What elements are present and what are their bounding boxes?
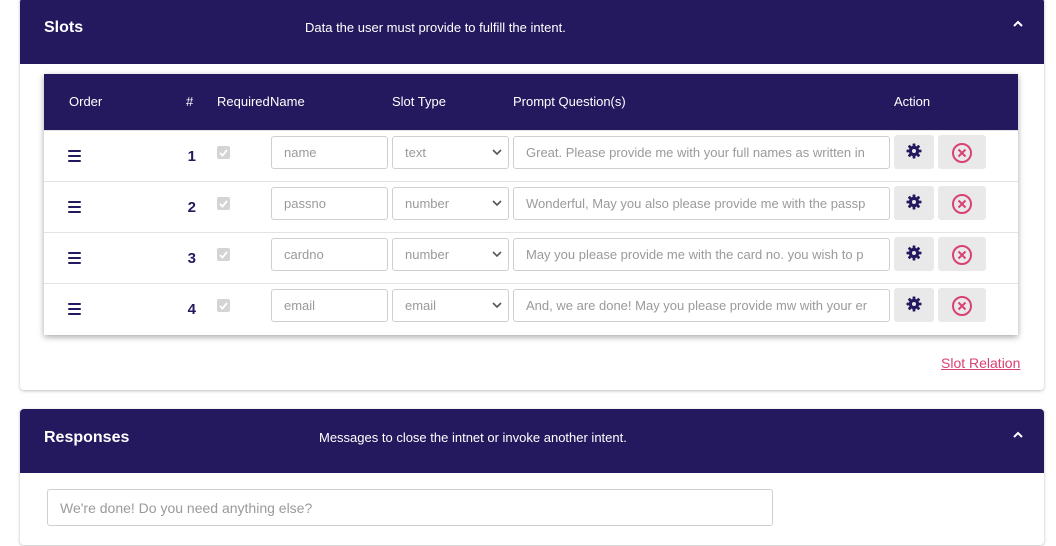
table-row: 1 name text Great. Please provide me wit…	[44, 130, 1018, 181]
delete-button[interactable]	[938, 135, 986, 169]
prompt-input[interactable]: Wonderful, May you also please provide m…	[513, 187, 890, 220]
prompt-input[interactable]: And, we are done! May you please provide…	[513, 289, 890, 322]
slot-type-select[interactable]: number	[392, 187, 509, 220]
close-circle-icon	[952, 296, 972, 316]
chevron-down-icon	[492, 302, 502, 309]
gear-icon	[906, 245, 922, 261]
table-header: Order # Required Name Slot Type Prompt Q…	[44, 74, 1018, 130]
slot-name-input[interactable]: passno	[271, 187, 388, 220]
header-name: Name	[270, 94, 305, 109]
gear-icon	[906, 296, 922, 312]
slot-type-value: email	[405, 298, 437, 313]
required-checkbox[interactable]	[217, 299, 230, 312]
drag-handle-icon[interactable]	[68, 303, 81, 315]
row-index: 4	[187, 301, 196, 318]
chevron-down-icon	[492, 251, 502, 258]
slot-name-input[interactable]: email	[271, 289, 388, 322]
delete-button[interactable]	[938, 237, 986, 271]
drag-handle-icon[interactable]	[68, 150, 81, 162]
row-index: 1	[187, 148, 196, 165]
settings-button[interactable]	[894, 186, 934, 220]
header-slot-type: Slot Type	[392, 94, 446, 109]
slot-type-select[interactable]: text	[392, 136, 509, 169]
table-row: 3 cardno number May you please provide m…	[44, 232, 1018, 283]
drag-handle-icon[interactable]	[68, 201, 81, 213]
row-index: 3	[187, 250, 196, 267]
responses-title: Responses	[44, 429, 130, 446]
slots-panel-header[interactable]: Slots Data the user must provide to fulf…	[20, 0, 1044, 64]
header-prompt: Prompt Question(s)	[513, 94, 626, 109]
prompt-input[interactable]: Great. Please provide me with your full …	[513, 136, 890, 169]
close-circle-icon	[952, 194, 972, 214]
slot-type-value: number	[405, 247, 450, 262]
slots-description: Data the user must provide to fulfill th…	[305, 20, 566, 35]
table-row: 4 email email And, we are done! May you …	[44, 283, 1018, 334]
gear-icon	[906, 143, 922, 159]
chevron-down-icon	[492, 149, 502, 156]
responses-panel: Responses Messages to close the intnet o…	[20, 409, 1044, 545]
settings-button[interactable]	[894, 237, 934, 271]
required-checkbox[interactable]	[217, 197, 230, 210]
responses-description: Messages to close the intnet or invoke a…	[319, 430, 627, 445]
prompt-input[interactable]: May you please provide me with the card …	[513, 238, 890, 271]
drag-handle-icon[interactable]	[68, 252, 81, 264]
slot-type-value: number	[405, 196, 450, 211]
slots-title: Slots	[44, 19, 84, 36]
slot-relation-link[interactable]: Slot Relation	[941, 355, 1020, 371]
delete-button[interactable]	[938, 186, 986, 220]
table-row: 2 passno number Wonderful, May you also …	[44, 181, 1018, 232]
chevron-down-icon	[492, 200, 502, 207]
chevron-up-icon[interactable]	[1012, 18, 1024, 30]
settings-button[interactable]	[894, 135, 934, 169]
chevron-up-icon[interactable]	[1012, 429, 1024, 441]
slot-type-select[interactable]: email	[392, 289, 509, 322]
header-action: Action	[894, 94, 931, 109]
header-index: #	[186, 94, 194, 109]
settings-button[interactable]	[894, 288, 934, 322]
gear-icon	[906, 194, 922, 210]
close-circle-icon	[952, 245, 972, 265]
slot-name-input[interactable]: cardno	[271, 238, 388, 271]
slots-panel: Slots Data the user must provide to fulf…	[20, 0, 1044, 390]
slot-name-input[interactable]: name	[271, 136, 388, 169]
delete-button[interactable]	[938, 288, 986, 322]
header-order: Order	[69, 94, 103, 109]
row-index: 2	[187, 199, 196, 216]
responses-panel-header[interactable]: Responses Messages to close the intnet o…	[20, 409, 1044, 473]
required-checkbox[interactable]	[217, 146, 230, 159]
response-input[interactable]: We're done! Do you need anything else?	[47, 489, 773, 526]
required-checkbox[interactable]	[217, 248, 230, 261]
slot-type-value: text	[405, 145, 426, 160]
close-circle-icon	[952, 143, 972, 163]
header-required: Required	[217, 94, 270, 109]
slots-table: Order # Required Name Slot Type Prompt Q…	[44, 74, 1018, 335]
slot-type-select[interactable]: number	[392, 238, 509, 271]
